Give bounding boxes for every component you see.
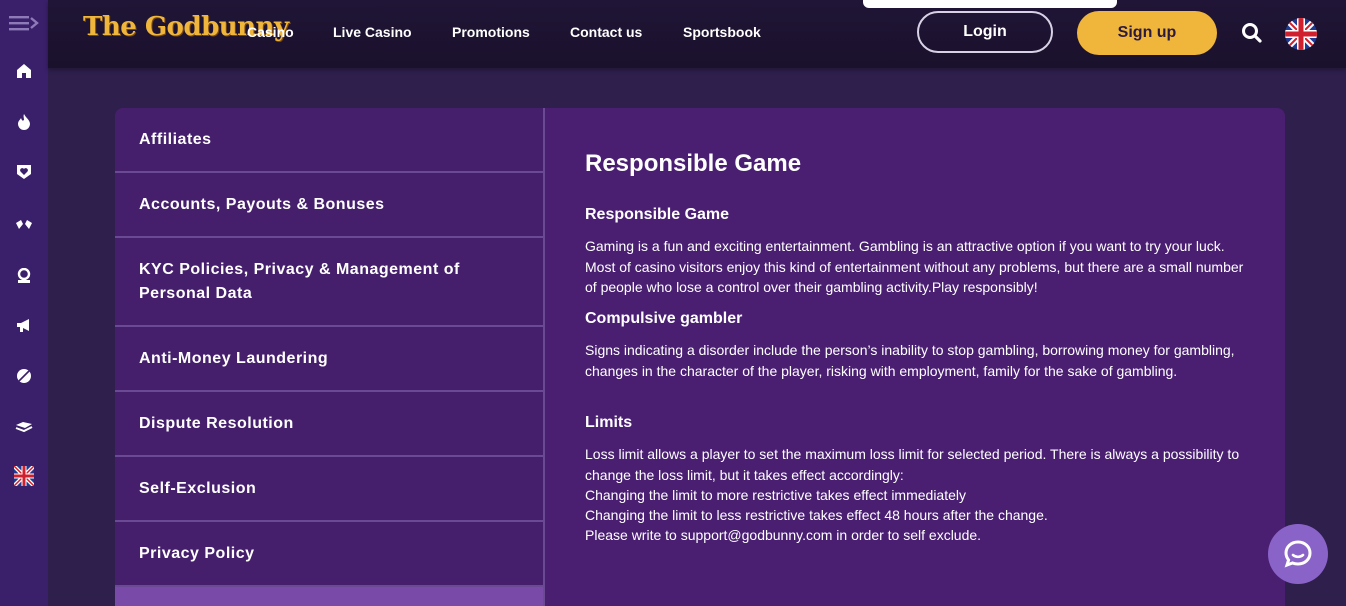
info-menu: Affiliates Accounts, Payouts & Bonuses K… — [115, 108, 545, 606]
flag-uk-icon[interactable] — [0, 462, 48, 490]
nav-promotions[interactable]: Promotions — [452, 24, 530, 40]
signup-button[interactable]: Sign up — [1077, 11, 1217, 55]
section-body-compulsive-gambler: Signs indicating a disorder include the … — [585, 342, 1235, 379]
menu-item-responsible-game-active[interactable] — [115, 587, 543, 606]
shield-heart-icon[interactable] — [0, 158, 48, 186]
section-heading-compulsive-gambler: Compulsive gambler — [585, 310, 743, 327]
nav-casino[interactable]: Casino — [247, 24, 294, 40]
info-panel: Affiliates Accounts, Payouts & Bonuses K… — [115, 108, 1285, 606]
ball-icon[interactable] — [0, 362, 48, 390]
limits-line-4: Please write to support@godbunny.com in … — [585, 527, 982, 543]
menu-item-dispute-resolution[interactable]: Dispute Resolution — [115, 392, 543, 457]
left-icon-rail — [0, 0, 48, 606]
login-button[interactable]: Login — [917, 11, 1053, 53]
nav-live-casino[interactable]: Live Casino — [333, 24, 412, 40]
section-heading-limits: Limits — [585, 414, 633, 431]
fire-icon[interactable] — [0, 108, 48, 136]
language-flag-uk-icon[interactable] — [1285, 18, 1317, 50]
menu-item-accounts-payouts-bonuses[interactable]: Accounts, Payouts & Bonuses — [115, 173, 543, 238]
nav-sportsbook[interactable]: Sportsbook — [683, 24, 761, 40]
sportsbook-icon[interactable] — [0, 412, 48, 440]
limits-line-1: Loss limit allows a player to set the ma… — [585, 446, 1240, 483]
menu-item-kyc-policies[interactable]: KYC Policies, Privacy & Management of Pe… — [115, 238, 543, 327]
search-dropdown-edge — [863, 0, 1117, 8]
limits-line-3: Changing the limit to less restrictive t… — [585, 507, 1048, 523]
menu-item-privacy-policy[interactable]: Privacy Policy — [115, 522, 543, 587]
home-icon[interactable] — [0, 57, 48, 85]
menu-icon[interactable] — [0, 9, 48, 37]
menu-item-self-exclusion[interactable]: Self-Exclusion — [115, 457, 543, 522]
chat-bubble-icon — [1284, 540, 1312, 568]
article-title: Responsible Game — [585, 150, 802, 177]
megaphone-icon[interactable] — [0, 311, 48, 339]
gamepad-icon[interactable] — [0, 211, 48, 239]
search-icon[interactable] — [1241, 22, 1263, 44]
section-heading-responsible-game: Responsible Game — [585, 206, 730, 223]
dealer-icon[interactable] — [0, 262, 48, 290]
nav-contact-us[interactable]: Contact us — [570, 24, 642, 40]
menu-item-affiliates[interactable]: Affiliates — [115, 108, 543, 173]
section-body-responsible-game: Gaming is a fun and exciting entertainme… — [585, 238, 1244, 295]
menu-item-anti-money-laundering[interactable]: Anti-Money Laundering — [115, 327, 543, 392]
top-header: The Godbunny Casino Live Casino Promotio… — [48, 0, 1346, 68]
limits-line-2: Changing the limit to more restrictive t… — [585, 487, 967, 503]
live-chat-button[interactable] — [1268, 524, 1328, 584]
